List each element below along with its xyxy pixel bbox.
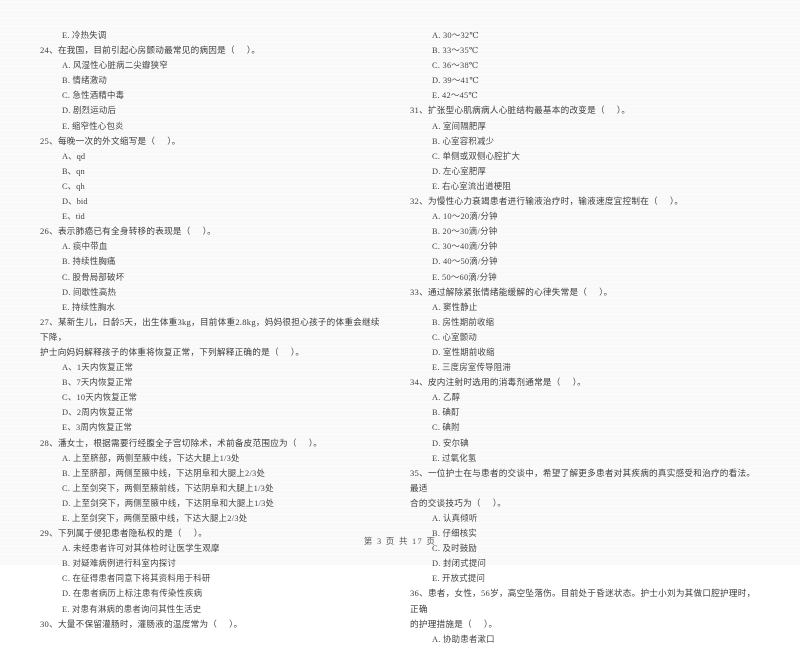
orphan-option-c: C. 36～38℃ [432,61,479,71]
scanned-exam-page: E. 冷热失调 24、在我国，目前引起心房颤动最常见的病因是（ ）。 A. 风湿… [0,0,800,644]
question-33: 33、通过解除紧张情绪能缓解的心律失常是（ ）。 A. 窦性静止 B. 房性期前… [410,285,758,376]
option-c: C. 单侧或双侧心腔扩大 [432,151,521,161]
option-d: D. 剧烈运动后 [62,106,117,116]
option-b: B. 心室容积减少 [432,136,495,146]
option-c: C、10天内恢复正常 [62,393,138,403]
option-a: A. 乙醇 [432,393,461,403]
option-d: D. 在患者病历上标注患有传染性疾病 [62,589,203,599]
option-d: D. 安尔碘 [432,438,469,448]
question-stem-line2: 合的交谈技巧为（ ）。 [410,497,507,508]
question-stem: 31、扩张型心肌病病人心脏结构最基本的改变是（ ）。 [410,105,631,116]
question-stem: 27、某新生儿，日龄5天，出生体重3kg，目前体重2.8kg，妈妈很担心孩子的体… [40,316,380,342]
question-stem: 35、一位护士在与患者的交谈中，希望了解更多患者对其疾病的真实感受和治疗的看法。… [410,467,756,493]
question-stem-line2: 的护理措施是（ ）。 [410,618,498,629]
option-c: C. 30～40滴/分钟 [432,242,498,252]
option-b: B. 碘酊 [432,408,460,418]
question-35: 35、一位护士在与患者的交谈中，希望了解更多患者对其疾病的真实感受和治疗的看法。… [410,466,758,587]
question-stem: 26、表示肺癌已有全身转移的表现是（ ）。 [40,226,216,237]
question-34: 34、皮内注射时选用的消毒剂通常是（ ）。 A. 乙醇 B. 碘酊 C. 碘附 … [410,375,758,466]
option-a: A、qd [62,151,86,161]
option-b: B、qn [62,166,85,176]
option-e: E、tid [62,212,85,222]
question-28: 28、潘女士，根据需要行经腹全子宫切除术，术前备皮范围应为（ ）。 A. 上至脐… [40,436,388,527]
option-d: D. 间歇性高热 [62,287,117,297]
option-e: E. 开放式提问 [432,574,486,584]
option-c: C. 心室颤动 [432,332,478,342]
option-c: C. 碘附 [432,423,460,433]
option-c: C. 股骨局部破坏 [62,272,125,282]
question-24: 24、在我国，目前引起心房颤动最常见的病因是（ ）。 A. 风湿性心脏病二尖瓣狭… [40,43,388,134]
option-e: E. 上至剑突下，两侧至腋中线，下达大腿上2/3处 [62,514,248,523]
question-31: 31、扩张型心肌病病人心脏结构最基本的改变是（ ）。 A. 室间隔肥厚 B. 心… [410,103,758,194]
option-c: C、qh [62,181,85,191]
option-e: E. 三度房室传导阻滞 [432,363,512,373]
option-d: D. 40～50滴/分钟 [432,257,498,267]
option-b: B、7天内恢复正常 [62,378,133,388]
question-36: 36、患者，女性，56岁，高空坠落伤。目前处于昏迷状态。护士小刘为其做口腔护理时… [410,586,758,646]
option-a: A. 认真倾听 [432,514,478,523]
option-a: A、1天内恢复正常 [62,363,134,373]
option-e: E. 持续性胸水 [62,302,116,312]
option-a: A. 室间隔肥厚 [432,121,487,131]
question-25: 25、每晚一次的外文缩写是（ ）。 A、qd B、qn C、qh D、bid E… [40,134,388,225]
question-stem-line2: 护士向妈妈解释孩子的体重将恢复正常，下列解释正确的是（ ）。 [40,346,305,357]
orphan-option-left: E. 冷热失调 [62,31,107,40]
option-e: E. 对患有淋病的患者询问其性生活史 [62,604,202,614]
option-e: E. 50～60滴/分钟 [432,272,497,282]
option-d: D. 左心室肥厚 [432,166,487,176]
option-b: B. 20～30滴/分钟 [432,227,498,237]
question-stem: 32、为慢性心力衰竭患者进行输液治疗时，输液速度宜控制在（ ）。 [410,196,684,207]
option-e: E. 过氧化氢 [432,453,477,463]
orphan-option-d: D. 39～41℃ [432,76,479,86]
option-b: B. 上至脐部，两侧至腋中线，下达阴阜和大腿上2/3处 [62,468,266,478]
option-d: D、2周内恢复正常 [62,408,134,418]
question-stem: 36、患者，女性，56岁，高空坠落伤。目前处于昏迷状态。护士小刘为其做口腔护理时… [410,588,756,614]
option-d: D、bid [62,197,88,207]
option-e: E. 缩窄性心包炎 [62,121,124,131]
question-stem: 33、通过解除紧张情绪能缓解的心律失常是（ ）。 [410,286,613,297]
question-stem: 34、皮内注射时选用的消毒剂通常是（ ）。 [410,377,586,388]
option-c: C. 在征得患者同意下将其资料用于科研 [62,574,211,584]
question-stem: 28、潘女士，根据需要行经腹全子宫切除术，术前备皮范围应为（ ）。 [40,437,323,448]
option-c: C. 急性酒精中毒 [62,91,125,101]
option-d: D. 封闭式提问 [432,559,487,569]
option-d: D. 室性期前收缩 [432,347,495,357]
option-a: A. 协助患者漱口 [432,634,495,644]
option-d: D. 上至剑突下，两侧至腋中线，下达阴阜和大腿上1/3处 [62,498,275,508]
option-e: E. 右心室流出道梗阻 [432,181,512,191]
question-30: 30、大量不保留灌肠时，灌肠液的温度常为（ ）。 [40,617,388,632]
option-c: C. 上至剑突下，两侧至腋前线，下达阴阜和大腿上1/3处 [62,483,274,493]
option-a: A. 痰中带血 [62,242,108,252]
question-stem: 25、每晚一次的外文缩写是（ ）。 [40,135,181,146]
option-a: A. 窦性静止 [432,302,478,312]
option-b: B. 持续性胸痛 [62,257,116,267]
orphan-option-a: A. 30～32℃ [432,31,479,40]
option-b: B. 房性期前收缩 [432,317,495,327]
orphan-option-e: E. 42～45℃ [432,91,479,101]
question-stem: 30、大量不保留灌肠时，灌肠液的温度常为（ ）。 [40,618,243,629]
orphan-option-b: B. 33～35℃ [432,46,479,56]
question-26: 26、表示肺癌已有全身转移的表现是（ ）。 A. 痰中带血 B. 持续性胸痛 C… [40,224,388,315]
right-column: A. 30～32℃ B. 33～35℃ C. 36～38℃ D. 39～41℃ … [410,28,758,647]
option-a: A. 10～20滴/分钟 [432,212,498,222]
question-stem: 24、在我国，目前引起心房颤动最常见的病因是（ ）。 [40,45,261,56]
option-b: B. 情绪激动 [62,76,108,86]
question-32: 32、为慢性心力衰竭患者进行输液治疗时，输液速度宜控制在（ ）。 A. 10～2… [410,194,758,285]
option-e: E、3周内恢复正常 [62,423,133,433]
question-27: 27、某新生儿，日龄5天，出生体重3kg，目前体重2.8kg，妈妈很担心孩子的体… [40,315,388,436]
option-a: A. 上至脐部，两侧至腋中线，下达大腿上1/3处 [62,453,240,463]
option-a: A. 风湿性心脏病二尖瓣狭窄 [62,61,168,71]
option-b: B. 对疑难病例进行科室内探讨 [62,559,177,569]
two-column-layout: E. 冷热失调 24、在我国，目前引起心房颤动最常见的病因是（ ）。 A. 风湿… [40,28,760,647]
page-footer: 第 3 页 共 17 页 [363,537,437,546]
